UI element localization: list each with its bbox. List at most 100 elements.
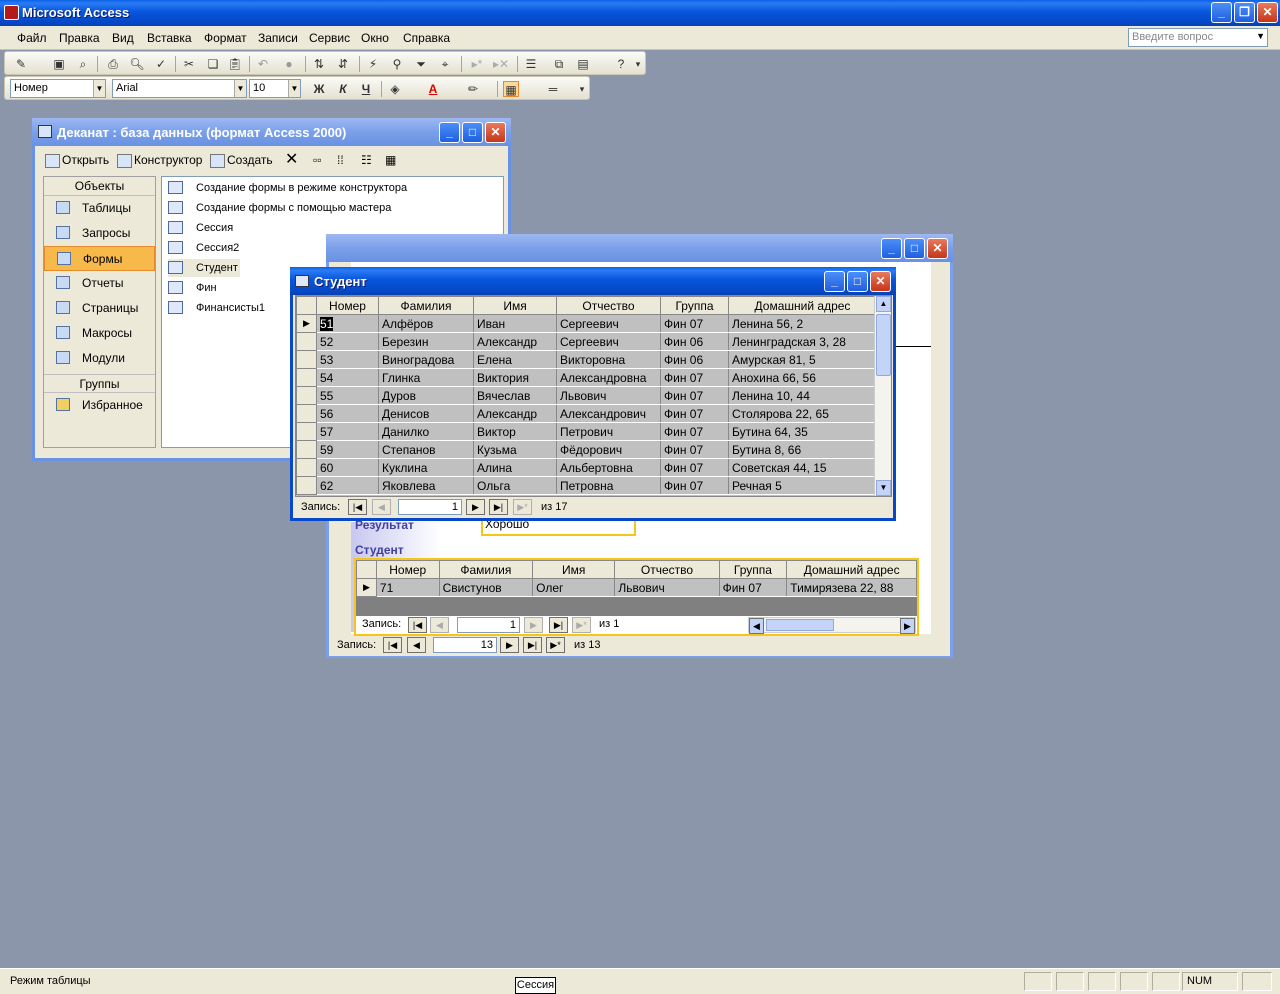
font-combo[interactable]: Arial ▼ bbox=[112, 79, 247, 98]
table-row[interactable]: 53 Виноградова Елена Викторовна Фин 06 Амурск… bbox=[296, 350, 877, 369]
column-header[interactable]: Фамилия bbox=[378, 296, 474, 315]
cell[interactable]: Виктория bbox=[473, 368, 557, 387]
cell[interactable]: Бутина 64, 35 bbox=[728, 422, 877, 441]
current-row-icon[interactable]: ▶ bbox=[356, 578, 377, 597]
new-record-button[interactable]: ▶* bbox=[572, 617, 591, 633]
cell[interactable]: Фин 07 bbox=[660, 368, 729, 387]
row-selector-header[interactable] bbox=[296, 296, 317, 315]
cell[interactable]: 60 bbox=[316, 458, 379, 477]
prev-record-button[interactable]: ◀ bbox=[407, 637, 426, 653]
cell[interactable]: Ленина 56, 2 bbox=[728, 314, 877, 333]
object-queries[interactable]: Запросы bbox=[44, 221, 155, 246]
next-record-button[interactable]: ▶ bbox=[500, 637, 519, 653]
scroll-thumb[interactable] bbox=[876, 314, 891, 376]
cell[interactable]: Кузьма bbox=[473, 440, 557, 459]
spelling-icon[interactable]: ✓ bbox=[153, 56, 169, 72]
cell[interactable]: 71 bbox=[375, 578, 440, 597]
minimize-button[interactable]: _ bbox=[824, 271, 845, 292]
list-item[interactable]: Сессия bbox=[168, 219, 233, 237]
cell[interactable]: 59 bbox=[316, 440, 379, 459]
row-selector[interactable] bbox=[296, 440, 317, 459]
fill-color-icon[interactable]: ◈ bbox=[387, 81, 403, 97]
field-combo[interactable]: Номер ▼ bbox=[10, 79, 106, 98]
filter-selection-icon[interactable]: ⚡︎ bbox=[365, 56, 381, 72]
cell[interactable]: Виктор bbox=[473, 422, 557, 441]
object-forms[interactable]: Формы bbox=[44, 246, 155, 271]
cell[interactable]: Фин 07 bbox=[660, 314, 729, 333]
taskbar-item-session[interactable]: Сессия bbox=[515, 977, 556, 994]
row-selector[interactable] bbox=[296, 404, 317, 423]
print-icon[interactable]: ⎙ bbox=[105, 56, 121, 72]
restore-button[interactable]: ❐ bbox=[1234, 2, 1255, 23]
open-button[interactable]: Открыть bbox=[45, 153, 109, 168]
table-row[interactable]: 55 Дуров Вячеслав Львович Фин 07 Ленина 10, 4… bbox=[296, 386, 877, 405]
new-record-button[interactable]: ▶* bbox=[546, 637, 565, 653]
cell[interactable]: Викторовна bbox=[556, 350, 661, 369]
cell[interactable]: 52 bbox=[316, 332, 379, 351]
group-favorites[interactable]: Избранное bbox=[44, 393, 155, 418]
cell[interactable]: Фин 06 bbox=[660, 332, 729, 351]
cell[interactable]: Сергеевич bbox=[556, 332, 661, 351]
cell[interactable]: Александрович bbox=[556, 404, 661, 423]
save-icon[interactable]: ▣ bbox=[51, 56, 67, 72]
column-header[interactable]: Номер bbox=[375, 560, 440, 579]
cell[interactable]: Столярова 22, 65 bbox=[728, 404, 877, 423]
close-button[interactable]: ✕ bbox=[1257, 2, 1278, 23]
row-selector[interactable] bbox=[296, 386, 317, 405]
object-modules[interactable]: Модули bbox=[44, 346, 155, 371]
delete-record-icon[interactable]: ▸✕ bbox=[493, 56, 509, 72]
table-row[interactable]: 62 Яковлева Ольга Петровна Фин 07 Речная 5 bbox=[296, 476, 877, 495]
cell[interactable]: Фин 07 bbox=[660, 440, 729, 459]
scroll-right-icon[interactable]: ▶ bbox=[900, 618, 915, 634]
new-record-icon[interactable]: ▸* bbox=[469, 56, 485, 72]
cell[interactable]: Фин 07 bbox=[660, 476, 729, 495]
menu-window[interactable]: Окно bbox=[361, 31, 389, 45]
column-header[interactable]: Номер bbox=[316, 296, 379, 315]
next-record-button[interactable]: ▶ bbox=[524, 617, 543, 633]
row-selector[interactable] bbox=[296, 422, 317, 441]
table-row[interactable]: 59 Степанов Кузьма Фёдорович Фин 07 Бутина 8,… bbox=[296, 440, 877, 459]
create-button[interactable]: Создать bbox=[210, 153, 273, 168]
table-row[interactable]: 52 Березин Александр Сергеевич Фин 06 Ленингр… bbox=[296, 332, 877, 351]
last-record-button[interactable]: ▶| bbox=[549, 617, 568, 633]
line-color-icon[interactable]: ✏ bbox=[465, 81, 481, 97]
small-icons-icon[interactable]: ⁞⁞ bbox=[337, 153, 344, 167]
last-record-button[interactable]: ▶| bbox=[523, 637, 542, 653]
cell[interactable]: Фин 07 bbox=[660, 386, 729, 405]
ask-question-box[interactable]: Введите вопрос ▼ bbox=[1128, 28, 1268, 47]
current-row-icon[interactable]: ▶ bbox=[296, 314, 317, 333]
cell[interactable]: Куклина bbox=[378, 458, 474, 477]
cell[interactable]: Львович bbox=[556, 386, 661, 405]
prev-record-button[interactable]: ◀ bbox=[372, 499, 391, 515]
chevron-down-icon[interactable]: ▼ bbox=[234, 80, 246, 97]
filter-form-icon[interactable]: ⚲ bbox=[389, 56, 405, 72]
cell[interactable]: Фин 07 bbox=[660, 404, 729, 423]
row-selector[interactable] bbox=[296, 350, 317, 369]
object-reports[interactable]: Отчеты bbox=[44, 271, 155, 296]
maximize-button[interactable]: □ bbox=[847, 271, 868, 292]
cell[interactable]: Данилко bbox=[378, 422, 474, 441]
cell[interactable]: 57 bbox=[316, 422, 379, 441]
paste-icon[interactable]: 📋︎ bbox=[227, 56, 243, 72]
underline-button[interactable]: Ч bbox=[358, 81, 374, 97]
large-icons-icon[interactable]: ▫▫ bbox=[313, 153, 322, 167]
cell[interactable]: 62 bbox=[316, 476, 379, 495]
help-icon[interactable]: ? bbox=[613, 56, 629, 72]
list-item[interactable]: Создание формы с помощью мастера bbox=[168, 199, 391, 217]
cell[interactable]: Советская 44, 15 bbox=[728, 458, 877, 477]
list-item[interactable]: Студент bbox=[168, 259, 240, 277]
cell[interactable]: Александр bbox=[473, 404, 557, 423]
object-macros[interactable]: Макросы bbox=[44, 321, 155, 346]
chevron-down-icon[interactable]: ▼ bbox=[1256, 31, 1265, 41]
border-style-icon[interactable]: ═ bbox=[545, 81, 561, 97]
cell[interactable]: Алфёров bbox=[378, 314, 474, 333]
scroll-left-icon[interactable]: ◀ bbox=[749, 618, 764, 634]
menu-view[interactable]: Вид bbox=[112, 31, 134, 45]
cell[interactable]: 55 bbox=[316, 386, 379, 405]
scroll-down-icon[interactable]: ▼ bbox=[876, 480, 891, 496]
cell[interactable]: Глинка bbox=[378, 368, 474, 387]
column-header[interactable]: Отчество bbox=[556, 296, 661, 315]
search-file-icon[interactable]: ⌕ bbox=[75, 56, 91, 72]
list-item[interactable]: Создание формы в режиме конструктора bbox=[168, 179, 407, 197]
maximize-button[interactable]: □ bbox=[462, 122, 483, 143]
